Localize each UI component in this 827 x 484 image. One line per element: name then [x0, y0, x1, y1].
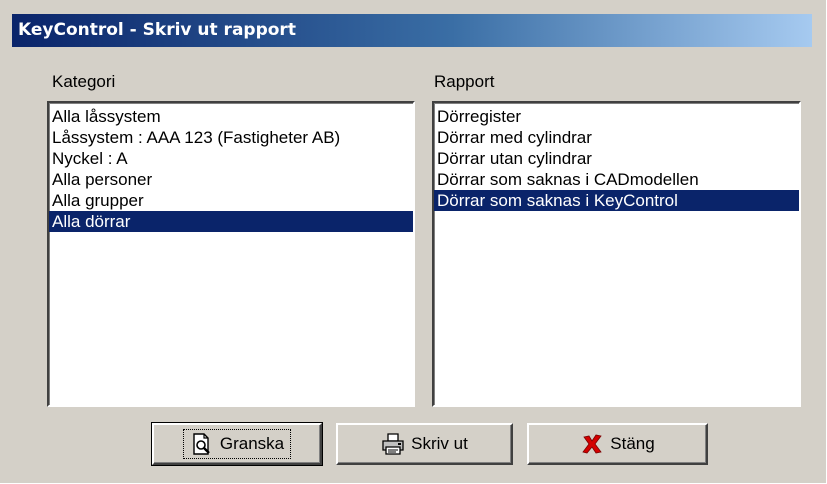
preview-button[interactable]: Granska — [151, 422, 323, 466]
print-button[interactable]: Skriv ut — [336, 423, 513, 465]
kategori-item[interactable]: Alla dörrar — [49, 211, 413, 232]
magnifier-page-icon — [190, 432, 214, 456]
red-x-icon — [580, 432, 604, 456]
kategori-item[interactable]: Alla låssystem — [49, 106, 413, 127]
close-button-content: Stäng — [574, 430, 660, 458]
kategori-item[interactable]: Låssystem : AAA 123 (Fastigheter AB) — [49, 127, 413, 148]
kategori-label: Kategori — [52, 72, 116, 91]
rapport-item[interactable]: Dörrar som saknas i CADmodellen — [434, 169, 799, 190]
window-title: KeyControl - Skriv ut rapport — [18, 20, 296, 40]
dialog-window: KeyControl - Skriv ut rapport Kategori R… — [0, 0, 827, 484]
kategori-listbox[interactable]: Alla låssystem Låssystem : AAA 123 (Fast… — [47, 101, 415, 407]
rapport-label: Rapport — [434, 72, 495, 91]
print-button-content: Skriv ut — [375, 430, 474, 458]
kategori-item[interactable]: Alla personer — [49, 169, 413, 190]
rapport-listbox[interactable]: Dörregister Dörrar med cylindrar Dörrar … — [432, 101, 801, 407]
kategori-item[interactable]: Nyckel : A — [49, 148, 413, 169]
close-label: Stäng — [610, 434, 655, 453]
kategori-item[interactable]: Alla grupper — [49, 190, 413, 211]
rapport-item[interactable]: Dörregister — [434, 106, 799, 127]
rapport-item[interactable]: Dörrar som saknas i KeyControl — [434, 190, 799, 211]
preview-label: Granska — [219, 434, 285, 453]
rapport-item[interactable]: Dörrar utan cylindrar — [434, 148, 799, 169]
rapport-item[interactable]: Dörrar med cylindrar — [434, 127, 799, 148]
focus-ring: Granska — [182, 429, 292, 459]
printer-icon — [381, 432, 405, 456]
print-label: Skriv ut — [411, 434, 468, 453]
title-bar[interactable]: KeyControl - Skriv ut rapport — [12, 14, 812, 47]
close-button[interactable]: Stäng — [527, 423, 708, 465]
